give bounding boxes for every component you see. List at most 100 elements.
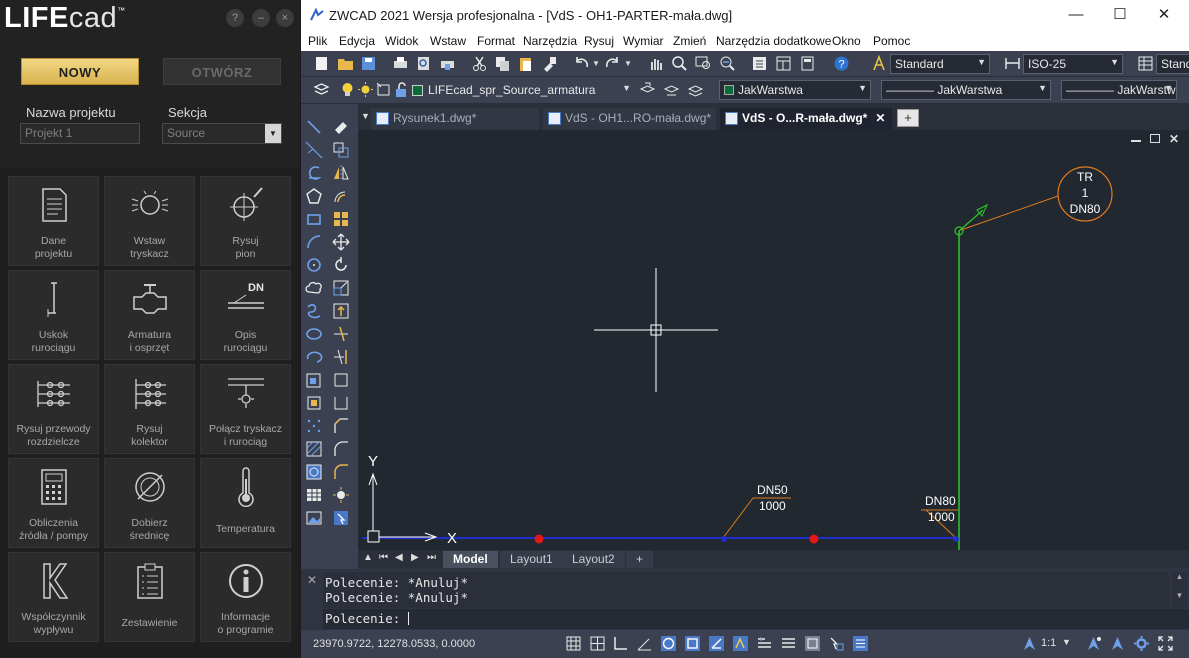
grid-display-icon[interactable] bbox=[589, 635, 606, 652]
menu-zmien[interactable]: Zmień bbox=[673, 34, 706, 48]
tile-armatura[interactable]: Armatura i osprzęt bbox=[104, 270, 195, 360]
close-icon[interactable]: × bbox=[276, 9, 294, 27]
undo-dropdown-icon[interactable]: ▼ bbox=[592, 59, 600, 68]
menu-plik[interactable]: Plik bbox=[308, 34, 327, 48]
annotation-scale-icon[interactable] bbox=[1021, 635, 1038, 652]
print-preview-icon[interactable] bbox=[415, 55, 432, 72]
layer-previous-icon[interactable] bbox=[663, 81, 680, 98]
table-style-select[interactable]: Standard bbox=[1156, 54, 1189, 74]
make-object-layer-current-icon[interactable] bbox=[639, 81, 656, 98]
close-icon[interactable]: ✕ bbox=[1153, 4, 1175, 26]
menu-okno[interactable]: Okno bbox=[832, 34, 861, 48]
object-snap-tracking-icon[interactable] bbox=[684, 635, 701, 652]
pipe-node[interactable] bbox=[721, 536, 727, 542]
new-tab-button[interactable]: + bbox=[897, 109, 919, 127]
dynamic-input-icon[interactable] bbox=[732, 635, 749, 652]
sprinkler-node[interactable] bbox=[534, 534, 544, 544]
fullscreen-icon[interactable] bbox=[1157, 635, 1174, 652]
undo-icon[interactable] bbox=[573, 55, 590, 72]
new-project-button[interactable]: NOWY bbox=[21, 58, 139, 85]
tile-polacz-tryskacz[interactable]: Połącz tryskacz i rurociąg bbox=[200, 364, 291, 454]
rotate-icon[interactable] bbox=[332, 256, 350, 274]
layer-manager-icon[interactable] bbox=[313, 81, 330, 98]
trim-icon[interactable] bbox=[332, 325, 350, 343]
move-icon[interactable] bbox=[332, 233, 350, 251]
tile-dobierz-srednice[interactable]: Dobierz średnicę bbox=[104, 458, 195, 548]
fillet-icon[interactable] bbox=[332, 440, 350, 458]
redo-dropdown-icon[interactable]: ▼ bbox=[624, 59, 632, 68]
dn80-length-label[interactable]: 1000 bbox=[928, 510, 955, 524]
tab-vds-oh1-active[interactable]: VdS - O...R-mała.dwg* ✕ bbox=[720, 108, 892, 130]
help-icon[interactable]: ? bbox=[226, 9, 244, 27]
arc-icon[interactable] bbox=[305, 233, 323, 251]
insert-block-icon[interactable] bbox=[305, 371, 323, 389]
redo-icon[interactable] bbox=[604, 55, 621, 72]
tab-model[interactable]: Model bbox=[443, 551, 498, 568]
minimize-icon[interactable]: – bbox=[252, 9, 270, 27]
tab-layout2[interactable]: Layout2 bbox=[562, 551, 625, 568]
tab-layout1[interactable]: Layout1 bbox=[500, 551, 563, 568]
layer-viewport-icon[interactable] bbox=[375, 81, 392, 98]
tile-obliczenia[interactable]: Obliczenia źródła / pompy bbox=[8, 458, 99, 548]
settings-gear-icon[interactable] bbox=[1133, 635, 1150, 652]
tile-temperatura[interactable]: Temperatura bbox=[200, 458, 291, 548]
help-icon[interactable]: ? bbox=[833, 55, 850, 72]
dim-style-select[interactable]: ISO-25 ▼ bbox=[1023, 54, 1123, 74]
snap-grid-icon[interactable] bbox=[565, 635, 582, 652]
rectangle-icon[interactable] bbox=[305, 210, 323, 228]
menu-wstaw[interactable]: Wstaw bbox=[430, 34, 466, 48]
image-icon[interactable] bbox=[305, 509, 323, 527]
lineweight-select[interactable]: ———— JakWarstwa ▼ bbox=[1061, 80, 1177, 100]
tab-vds-oh1-1[interactable]: VdS - OH1...RO-mała.dwg* bbox=[543, 108, 716, 130]
text-style-select[interactable]: Standard ▼ bbox=[890, 54, 990, 74]
dim-style-icon[interactable] bbox=[1004, 55, 1021, 72]
copy-icon[interactable] bbox=[494, 55, 511, 72]
auto-scale-icon[interactable] bbox=[1109, 635, 1126, 652]
layer-on-bulb-icon[interactable] bbox=[339, 81, 356, 98]
menu-format[interactable]: Format bbox=[477, 34, 515, 48]
minimize-icon[interactable]: — bbox=[1065, 4, 1087, 26]
scroll-up-icon[interactable]: ▲ bbox=[363, 552, 373, 563]
layer-thaw-sun-icon[interactable] bbox=[357, 81, 374, 98]
open-project-button[interactable]: OTWÓRZ bbox=[163, 58, 281, 85]
transparency-icon[interactable] bbox=[804, 635, 821, 652]
command-input[interactable]: Polecenie: bbox=[323, 609, 1189, 629]
ortho-icon[interactable] bbox=[612, 635, 629, 652]
last-layout-icon[interactable]: ⏭ bbox=[427, 552, 436, 563]
save-icon[interactable] bbox=[360, 55, 377, 72]
lineweight-icon[interactable] bbox=[756, 635, 773, 652]
chevron-down-icon[interactable]: ▼ bbox=[1062, 637, 1071, 647]
linetype-select[interactable]: ———— JakWarstwa ▼ bbox=[881, 80, 1051, 100]
show-lineweight-icon[interactable] bbox=[780, 635, 797, 652]
annotation-visibility-icon[interactable] bbox=[1085, 635, 1102, 652]
tile-przewody-rozdzielcze[interactable]: Rysuj przewody rozdzielcze bbox=[8, 364, 99, 454]
table-icon[interactable] bbox=[305, 486, 323, 504]
revision-cloud-icon[interactable] bbox=[305, 279, 323, 297]
sprinkler-node[interactable] bbox=[809, 534, 819, 544]
point-icon[interactable] bbox=[305, 417, 323, 435]
chamfer-icon[interactable] bbox=[332, 417, 350, 435]
make-block-icon[interactable] bbox=[305, 394, 323, 412]
quick-properties-icon[interactable] bbox=[852, 635, 869, 652]
layer-select[interactable]: LIFEcad_spr_Source_armatura ▼ bbox=[408, 81, 634, 101]
circle-icon[interactable] bbox=[305, 256, 323, 274]
new-file-icon[interactable] bbox=[313, 55, 330, 72]
tab-rysunek1[interactable]: Rysunek1.dwg* bbox=[371, 108, 539, 130]
menu-pomoc[interactable]: Pomoc bbox=[873, 34, 910, 48]
scale-icon[interactable] bbox=[332, 279, 350, 297]
dn80-label[interactable]: DN80 bbox=[925, 494, 956, 508]
dn50-label[interactable]: DN50 bbox=[757, 483, 788, 497]
tile-opis-rurociagu[interactable]: DN Opis rurociągu bbox=[200, 270, 291, 360]
design-center-icon[interactable] bbox=[775, 55, 792, 72]
stretch-icon[interactable] bbox=[332, 302, 350, 320]
annotation-scale-value[interactable]: 1:1 bbox=[1041, 637, 1056, 649]
zoom-previous-icon[interactable] bbox=[719, 55, 736, 72]
tool-palettes-icon[interactable] bbox=[799, 55, 816, 72]
select-similar-icon[interactable] bbox=[332, 509, 350, 527]
copy-object-icon[interactable] bbox=[332, 141, 350, 159]
next-layout-icon[interactable]: ▶ bbox=[411, 552, 419, 563]
cut-icon[interactable] bbox=[471, 55, 488, 72]
zoom-realtime-icon[interactable] bbox=[671, 55, 688, 72]
ellipse-icon[interactable] bbox=[305, 325, 323, 343]
first-layout-icon[interactable]: ⏮ bbox=[379, 552, 388, 563]
